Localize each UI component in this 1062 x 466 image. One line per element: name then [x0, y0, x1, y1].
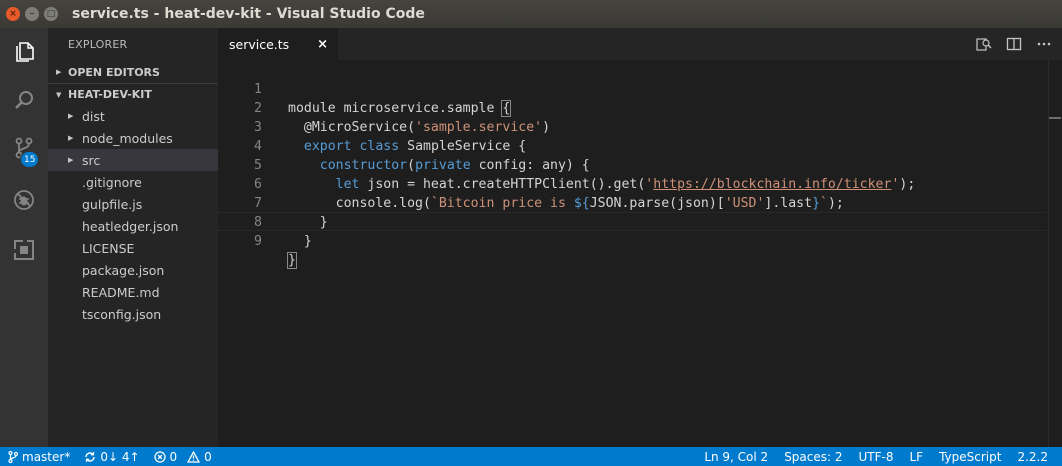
tree-item-label: src	[82, 152, 101, 168]
vertical-scrollbar[interactable]	[1048, 60, 1062, 447]
end-of-line[interactable]: LF	[909, 450, 923, 464]
chevron-right-icon: ▶	[68, 156, 74, 164]
problems-indicator[interactable]: 0 0	[153, 449, 212, 464]
tab-label: service.ts	[229, 36, 290, 52]
branch-icon	[8, 450, 18, 463]
status-bar: master* 0↓ 4↑ 0 0 Ln 9, Col 2 Spaces: 2 …	[0, 447, 1062, 466]
open-editors-section[interactable]: ▶ OPEN EDITORS	[48, 61, 218, 83]
window-maximize-button[interactable]: □	[44, 7, 58, 21]
tab-service-ts[interactable]: service.ts ×	[218, 28, 338, 60]
debug-icon[interactable]	[0, 176, 48, 224]
file-license[interactable]: LICENSE	[48, 237, 218, 259]
code-line: 7 }	[218, 175, 1046, 230]
code-line: 5 let json = heat.createHTTPClient().get…	[218, 137, 1046, 192]
tree-item-label: node_modules	[82, 130, 173, 146]
open-editors-label: OPEN EDITORS	[68, 65, 160, 79]
tree-item-label: heatledger.json	[82, 218, 179, 234]
file-gulpfile[interactable]: gulpfile.js	[48, 193, 218, 215]
file-heatledger[interactable]: heatledger.json	[48, 215, 218, 237]
activity-bar: 15	[0, 28, 48, 447]
code-line: 8 }	[218, 194, 1046, 249]
chevron-right-icon: ▶	[56, 68, 62, 76]
file-gitignore[interactable]: .gitignore	[48, 171, 218, 193]
chevron-down-icon: ▼	[56, 90, 62, 99]
branch-label: master*	[22, 449, 71, 464]
error-count: 0	[169, 449, 178, 464]
code-line: 3 export class SampleService {	[218, 99, 1046, 154]
project-label: HEAT-DEV-KIT	[68, 88, 152, 101]
folder-dist[interactable]: ▶ dist	[48, 105, 218, 127]
line-number: 9	[254, 234, 262, 249]
sync-icon	[85, 451, 96, 462]
project-section[interactable]: ▼ HEAT-DEV-KIT	[48, 83, 218, 105]
warning-icon	[187, 450, 201, 463]
typescript-version[interactable]: 2.2.2	[1017, 450, 1048, 464]
window-close-button[interactable]: ×	[6, 7, 20, 21]
code-text: }	[288, 234, 312, 249]
window-minimize-button[interactable]: –	[25, 7, 39, 21]
more-actions-icon[interactable]	[1036, 36, 1052, 52]
files-icon[interactable]	[0, 28, 48, 76]
explorer-title: EXPLORER	[68, 38, 128, 51]
folder-node-modules[interactable]: ▶ node_modules	[48, 127, 218, 149]
folder-src[interactable]: ▶ src	[48, 149, 218, 171]
window-controls: × – □	[6, 7, 58, 21]
close-icon[interactable]: ×	[317, 37, 328, 52]
code-line: 4 constructor(private config: any) {	[218, 118, 1046, 173]
encoding[interactable]: UTF-8	[859, 450, 894, 464]
title-bar: × – □ service.ts - heat-dev-kit - Visual…	[0, 0, 1062, 28]
branch-indicator[interactable]: master*	[8, 450, 70, 464]
tab-bar: service.ts ×	[218, 28, 1062, 60]
language-mode[interactable]: TypeScript	[939, 450, 1001, 464]
file-tsconfig[interactable]: tsconfig.json	[48, 303, 218, 325]
tree-item-label: dist	[82, 108, 105, 124]
scroll-position-marker	[1049, 117, 1061, 119]
split-editor-icon[interactable]	[1006, 36, 1022, 52]
window-title: service.ts - heat-dev-kit - Visual Studi…	[72, 6, 425, 22]
open-changes-icon[interactable]	[976, 36, 992, 52]
warning-count: 0	[204, 449, 212, 464]
code-line-current: 9 }	[218, 212, 1046, 269]
search-icon[interactable]	[0, 76, 48, 124]
tree-item-label: gulpfile.js	[82, 196, 143, 212]
tree-item-label: tsconfig.json	[82, 306, 162, 322]
file-package-json[interactable]: package.json	[48, 259, 218, 281]
bracket-match: }	[287, 252, 297, 269]
code-line: 2 @MicroService('sample.service')	[218, 80, 1046, 135]
extensions-icon[interactable]	[0, 226, 48, 274]
scm-badge: 15	[20, 151, 40, 168]
editor-actions	[976, 36, 1052, 52]
chevron-right-icon: ▶	[68, 134, 74, 142]
indentation[interactable]: Spaces: 2	[784, 450, 842, 464]
error-icon	[153, 450, 166, 463]
code-line: 6 console.log(`Bitcoin price is ${JSON.p…	[218, 156, 1046, 211]
cursor-position[interactable]: Ln 9, Col 2	[704, 450, 768, 464]
editor-group: service.ts × 1 module microservice.sampl…	[218, 28, 1062, 447]
tree-item-label: README.md	[82, 284, 160, 300]
sync-label: 0↓ 4↑	[100, 449, 140, 464]
tree-item-label: .gitignore	[82, 174, 142, 190]
file-readme[interactable]: README.md	[48, 281, 218, 303]
tree-item-label: package.json	[82, 262, 165, 278]
code-editor[interactable]: 1 module microservice.sample { 2 @MicroS…	[218, 60, 1062, 447]
explorer-sidebar: EXPLORER ▶ OPEN EDITORS ▼ HEAT-DEV-KIT ▶…	[48, 28, 218, 447]
sync-indicator[interactable]: 0↓ 4↑	[84, 449, 140, 464]
chevron-right-icon: ▶	[68, 112, 74, 120]
tree-item-label: LICENSE	[82, 240, 135, 256]
code-line: 1 module microservice.sample {	[218, 61, 1046, 117]
